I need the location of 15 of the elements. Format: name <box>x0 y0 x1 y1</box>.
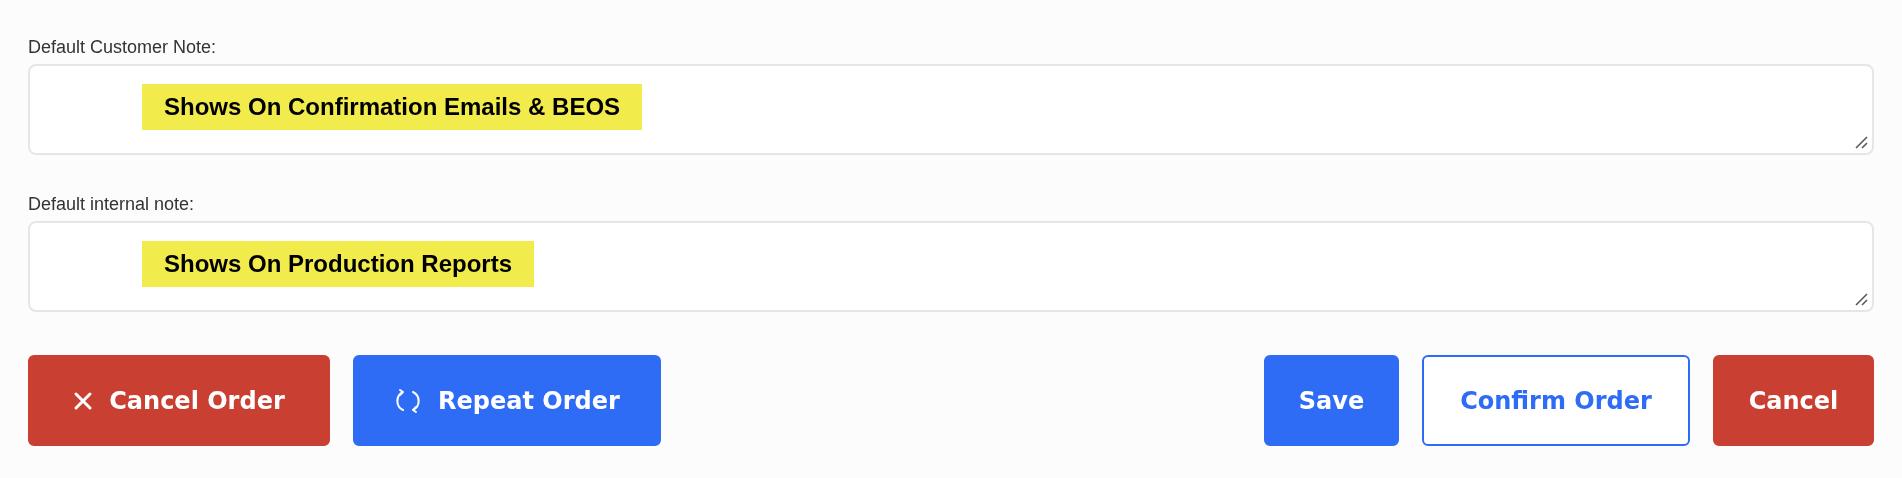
resize-handle-icon[interactable] <box>1854 292 1868 306</box>
highlighted-note: Shows On Confirmation Emails & BEOS <box>142 84 643 130</box>
action-button[interactable]: Cancel <box>1713 355 1874 446</box>
action-button[interactable]: Save <box>1264 355 1399 446</box>
field-label: Default Customer Note: <box>28 36 218 58</box>
highlighted-note: Shows On Production Reports <box>142 241 534 287</box>
close-icon <box>73 390 94 411</box>
note-textarea[interactable]: Shows On Confirmation Emails & BEOS <box>28 64 1874 155</box>
field-label: Default internal note: <box>28 193 196 215</box>
action-button[interactable]: Repeat Order <box>353 355 661 446</box>
action-button[interactable]: Cancel Order <box>28 355 330 446</box>
note-textarea[interactable]: Shows On Production Reports <box>28 221 1874 312</box>
refresh-icon <box>394 386 423 415</box>
resize-handle-icon[interactable] <box>1854 135 1868 149</box>
action-button[interactable]: Confirm Order <box>1422 355 1690 446</box>
